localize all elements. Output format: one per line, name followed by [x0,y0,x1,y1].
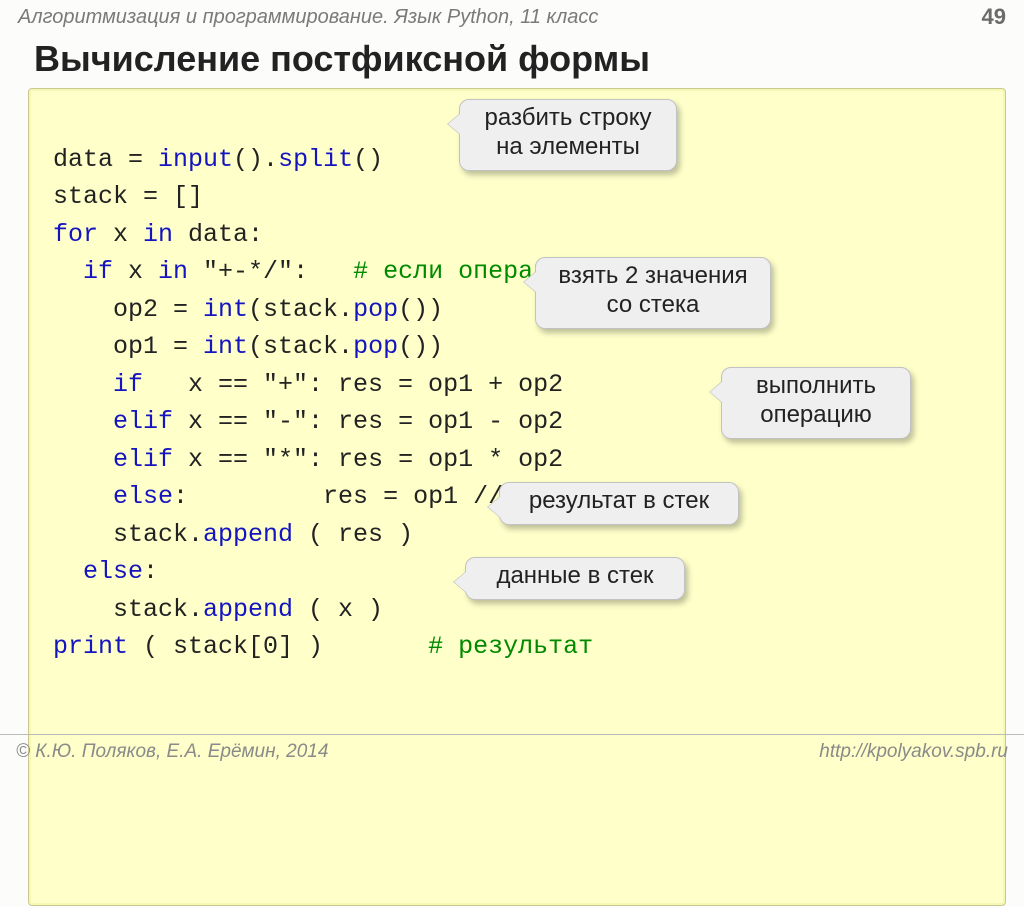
code-line-2: stack = [] [53,182,203,211]
subject-line: Алгоритмизация и программирование. Язык … [18,6,598,29]
code-line-3: for x in data: [53,220,263,249]
code-line-5: op2 = int(stack.pop()) [53,295,443,324]
callout-push-res: результат в стек [499,482,739,525]
code-line-13: stack.append ( x ) [53,595,383,624]
page-number: 49 [982,4,1006,30]
slide-title: Вычисление постфиксной формы [0,32,1024,88]
code-line-8: elif x == "-": res = op1 - op2 [53,407,563,436]
code-line-12: else: [53,557,158,586]
footer-copyright: © К.Ю. Поляков, Е.А. Ерёмин, 2014 [16,741,328,763]
code-line-10: else: res = op1 // op2 [53,482,563,511]
code-block: data = input().split() stack = [] for x … [28,88,1006,906]
code-line-6: op1 = int(stack.pop()) [53,332,443,361]
slide-footer: © К.Ю. Поляков, Е.А. Ерёмин, 2014 http:/… [0,734,1024,767]
code-line-11: stack.append ( res ) [53,520,413,549]
callout-execute: выполнитьоперацию [721,367,911,439]
code-line-1: data = input().split() [53,145,383,174]
code-line-9: elif x == "*": res = op1 * op2 [53,445,563,474]
callout-push-data: данные в стек [465,557,685,600]
code-line-14: print ( stack[0] ) # результат [53,632,593,661]
callout-split: разбить строкуна элементы [459,99,677,171]
code-line-7: if x == "+": res = op1 + op2 [53,370,563,399]
callout-pop2: взять 2 значениясо стека [535,257,771,329]
slide-header: Алгоритмизация и программирование. Язык … [0,0,1024,32]
code-line-4: if x in "+-*/": # если операция [53,257,578,286]
footer-link[interactable]: http://kpolyakov.spb.ru [819,741,1008,763]
